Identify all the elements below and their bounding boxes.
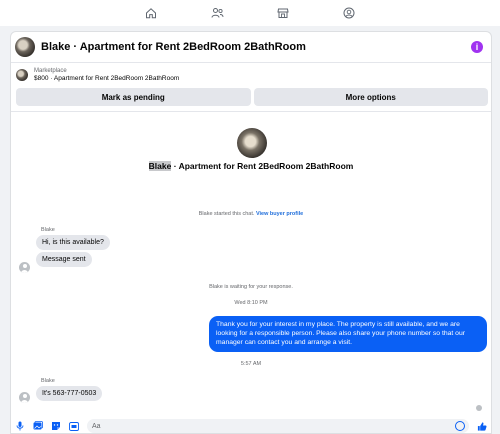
message-input-placeholder: Aa — [92, 422, 101, 430]
microphone-icon[interactable] — [15, 421, 25, 431]
seen-indicator — [476, 405, 482, 411]
home-icon[interactable] — [140, 2, 162, 24]
hero-title: Blake · Apartment for Rent 2BedRoom 2Bat… — [11, 161, 491, 171]
listing-actions: Mark as pending More options — [16, 88, 488, 106]
message-composer: Aa — [11, 417, 491, 433]
sticker-icon[interactable] — [51, 421, 61, 431]
people-icon[interactable] — [206, 2, 228, 24]
divider — [11, 111, 491, 112]
outgoing-message[interactable]: Thank you for your interest in my place.… — [209, 316, 487, 352]
timestamp: Wed 8:10 PM — [234, 300, 268, 306]
waiting-notice: Blake is waiting for your response. — [209, 284, 293, 290]
listing-avatar[interactable] — [15, 37, 35, 57]
emoji-icon[interactable] — [455, 421, 465, 431]
incoming-message[interactable]: It's 563-777-0503 — [36, 386, 103, 401]
hero-name: Blake — [148, 161, 172, 171]
marketplace-label: Marketplace — [34, 67, 67, 74]
chat-title[interactable]: Blake · Apartment for Rent 2BedRoom 2Bat… — [41, 41, 471, 53]
timestamp: 5:57 AM — [240, 361, 262, 367]
listing-price-title: $800 · Apartment for Rent 2BedRoom 2Bath… — [34, 74, 180, 82]
info-icon[interactable]: i — [471, 41, 483, 53]
photo-icon[interactable] — [33, 421, 43, 431]
chat-header: Blake · Apartment for Rent 2BedRoom 2Bat… — [11, 32, 491, 63]
incoming-message[interactable]: Hi, is this available? — [36, 235, 110, 250]
view-buyer-profile-link[interactable]: View buyer profile — [256, 211, 303, 217]
chat-panel: Blake · Apartment for Rent 2BedRoom 2Bat… — [10, 31, 492, 434]
sender-name: Blake — [41, 378, 55, 384]
groups-icon[interactable] — [338, 2, 360, 24]
sender-name: Blake — [41, 227, 55, 233]
like-icon[interactable] — [477, 421, 487, 431]
chat-started-notice: Blake started this chat. View buyer prof… — [11, 211, 491, 217]
sender-avatar[interactable] — [19, 262, 30, 273]
listing-thumbnail — [16, 69, 28, 81]
mark-as-pending-button[interactable]: Mark as pending — [16, 88, 251, 106]
hero-listing-title: · Apartment for Rent 2BedRoom 2BathRoom — [171, 161, 354, 171]
more-options-button[interactable]: More options — [253, 88, 488, 106]
message-input[interactable]: Aa — [87, 419, 469, 433]
marketplace-listing[interactable]: Marketplace $800 · Apartment for Rent 2B… — [11, 64, 491, 86]
hero-avatar[interactable] — [237, 128, 267, 158]
incoming-message[interactable]: Message sent — [36, 252, 92, 267]
sender-avatar[interactable] — [19, 392, 30, 403]
top-navigation — [0, 0, 500, 26]
chat-started-text: Blake started this chat. — [198, 211, 255, 217]
gif-icon[interactable] — [69, 421, 79, 431]
marketplace-icon[interactable] — [272, 2, 294, 24]
